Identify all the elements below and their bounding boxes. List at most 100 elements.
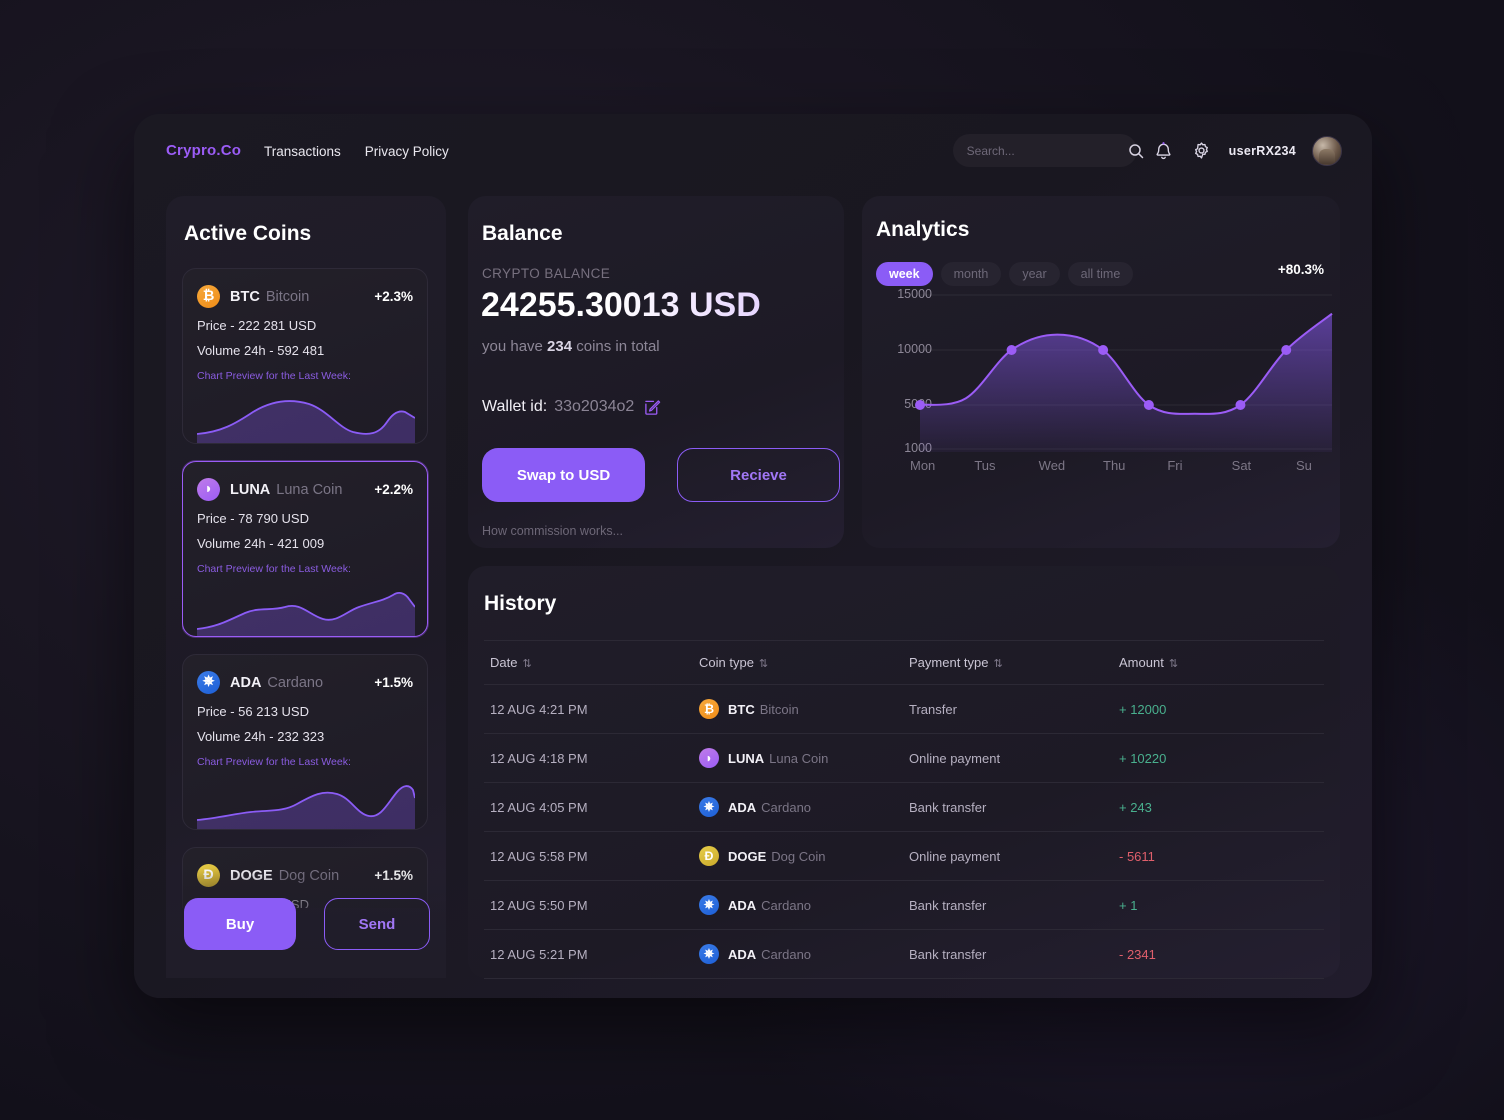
coin-card-btc[interactable]: ₿ BTC Bitcoin +2.3% Price - 222 281 USD Volum… — [182, 268, 428, 444]
sort-icon[interactable]: ⇅ — [522, 658, 531, 670]
coin-glyph: ✵ — [703, 946, 715, 961]
x-tick-Tus: Tus — [974, 458, 996, 473]
app-window: Crypro.Co Transactions Privacy Policy Se… — [134, 114, 1372, 998]
wallet-id-value: 33o2034o2 — [554, 398, 635, 415]
range-pill-week[interactable]: week — [876, 262, 933, 286]
balance-panel: Balance CRYPTO BALANCE 24255.30013 USD y… — [468, 196, 844, 548]
nav-item-privacy-policy[interactable]: Privacy Policy — [365, 144, 449, 159]
cell-amount: - 2341 — [1119, 929, 1324, 979]
search-input[interactable] — [966, 143, 1122, 158]
analytics-title: Analytics — [876, 218, 970, 241]
coin-sparkline — [197, 592, 415, 636]
history-panel: History Date ⇅ Coin type ⇅ Payment type ⇅ Amou… — [468, 566, 1340, 979]
sort-icon[interactable]: ⇅ — [1169, 658, 1178, 670]
chart-point-Su-rise[interactable] — [1281, 345, 1292, 355]
sort-icon[interactable]: ⇅ — [759, 658, 768, 670]
coin-glyph: ✵ — [202, 674, 215, 691]
btc-icon: ₿ — [699, 699, 719, 719]
chart-svg — [915, 294, 1333, 452]
recieve-button[interactable]: Recieve — [677, 448, 840, 502]
chart-point-Mon[interactable] — [915, 400, 925, 410]
table-row[interactable]: 12 AUG 5:58 PM Ð DOGE Dog Coin Online paymen… — [484, 831, 1324, 881]
column-header-coin-type[interactable]: Coin type ⇅ — [699, 640, 909, 685]
search-icon[interactable] — [1128, 140, 1144, 162]
coin-chart-preview-label: Chart Preview for the Last Week: — [197, 563, 351, 575]
coins-count: 234 — [547, 338, 573, 355]
cell-coin-type: ₿ BTC Bitcoin — [699, 684, 909, 734]
edit-icon[interactable] — [641, 396, 663, 418]
coin-type-group: ✵ ADA Cardano — [699, 944, 909, 964]
column-header-date[interactable]: Date ⇅ — [484, 640, 699, 685]
chart-point-Thu[interactable] — [1143, 400, 1154, 410]
analytics-range-pills[interactable]: week month year all time — [876, 262, 1134, 286]
chart-point-Wed[interactable] — [1098, 345, 1109, 355]
balance-title: Balance — [482, 222, 563, 245]
history-table-body: 12 AUG 4:21 PM ₿ BTC Bitcoin Transfer + 12000… — [484, 684, 1324, 979]
coins-prefix: you have — [482, 338, 548, 355]
coin-name: Bitcoin — [759, 701, 799, 717]
cell-payment-type: Bank transfer — [909, 880, 1119, 930]
search-box[interactable] — [952, 134, 1143, 167]
send-button[interactable]: Send — [324, 898, 430, 950]
table-row[interactable]: 12 AUG 4:21 PM ₿ BTC Bitcoin Transfer + 12000 — [484, 684, 1324, 734]
cell-amount: + 1 — [1119, 880, 1324, 930]
coin-card-ada[interactable]: ✵ ADA Cardano +1.5% Price - 56 213 USD Volume… — [182, 654, 428, 830]
cell-date: 12 AUG 4:18 PM — [484, 733, 699, 783]
commission-link[interactable]: How commission works... — [482, 524, 623, 538]
balance-amount: 24255.30013 USD — [481, 286, 761, 324]
table-row[interactable]: 12 AUG 4:05 PM ✵ ADA Cardano Bank transfer + … — [484, 782, 1324, 832]
app-logo[interactable]: Crypro.Co — [166, 142, 241, 159]
history-title: History — [484, 592, 557, 615]
coin-name: Cardano — [761, 946, 812, 962]
coin-glyph: ✵ — [703, 897, 715, 912]
coin-name: Bitcoin — [265, 288, 310, 305]
column-header-amount[interactable]: Amount ⇅ — [1119, 640, 1324, 685]
wallet-id-row: Wallet id: 33o2034o2 — [482, 396, 663, 418]
x-tick-Fri: Fri — [1167, 458, 1183, 473]
history-table-header: Date ⇅ Coin type ⇅ Payment type ⇅ Amount ⇅ — [484, 640, 1324, 685]
buy-button[interactable]: Buy — [184, 898, 296, 950]
range-pill-month[interactable]: month — [940, 262, 1002, 286]
bell-icon[interactable] — [1153, 140, 1175, 162]
coin-chart-preview-label: Chart Preview for the Last Week: — [197, 370, 351, 382]
range-pill-all-time[interactable]: all time — [1067, 262, 1134, 286]
cell-payment-type: Online payment — [909, 733, 1119, 783]
coin-price: Price - 222 281 USD — [197, 318, 317, 333]
ada-icon: ✵ — [699, 797, 719, 817]
gear-icon[interactable] — [1191, 140, 1213, 162]
coin-card-luna[interactable]: ◗ LUNA Luna Coin +2.2% Price - 78 790 USD Vol… — [182, 461, 428, 637]
table-row[interactable]: 12 AUG 4:18 PM ◗ LUNA Luna Coin Online payme… — [484, 733, 1324, 783]
sort-icon[interactable]: ⇅ — [994, 658, 1003, 670]
cell-payment-type: Transfer — [909, 684, 1119, 734]
coin-name: Cardano — [761, 799, 812, 815]
coin-price: Price - 78 790 USD — [197, 511, 309, 526]
active-coins-panel: Active Coins ₿ BTC Bitcoin +2.3% Price - 222… — [166, 196, 446, 978]
chart-point-Sat[interactable] — [1235, 400, 1246, 410]
coin-sparkline — [197, 400, 415, 443]
table-row[interactable]: 12 AUG 5:21 PM ✵ ADA Cardano Bank transfer - … — [484, 929, 1324, 979]
column-header-payment-type[interactable]: Payment type ⇅ — [909, 640, 1119, 685]
coin-glyph: ◗ — [705, 750, 713, 765]
active-coins-list[interactable]: ₿ BTC Bitcoin +2.3% Price - 222 281 USD Volum… — [182, 268, 430, 908]
swap-to-usd-button[interactable]: Swap to USD — [482, 448, 645, 502]
coin-change-percent: +1.5% — [374, 675, 413, 690]
coin-card-header: Ð DOGE Dog Coin +1.5% — [183, 848, 427, 887]
coin-symbol: ADA — [728, 946, 757, 962]
chart-point-Wed-rise[interactable] — [1006, 345, 1017, 355]
analytics-change-percent: +80.3% — [1277, 262, 1324, 277]
avatar[interactable] — [1312, 135, 1342, 166]
luna-icon: ◗ — [699, 748, 719, 768]
coin-symbol: ADA — [230, 674, 262, 691]
nav-item-transactions[interactable]: Transactions — [264, 144, 341, 159]
x-tick-Sat: Sat — [1231, 458, 1252, 473]
ada-icon: ✵ — [699, 895, 719, 915]
table-row[interactable]: 12 AUG 5:50 PM ✵ ADA Cardano Bank transfer + … — [484, 880, 1324, 930]
coin-card-header: ◗ LUNA Luna Coin +2.2% — [183, 462, 427, 501]
x-tick-Thu: Thu — [1103, 458, 1126, 473]
range-pill-year[interactable]: year — [1009, 262, 1060, 286]
column-label: Payment type — [909, 655, 989, 670]
balance-actions: Swap to USD Recieve — [482, 448, 840, 502]
coin-symbol: BTC — [230, 288, 260, 305]
cell-amount: + 12000 — [1119, 684, 1324, 734]
coins-suffix: coins in total — [572, 338, 660, 355]
